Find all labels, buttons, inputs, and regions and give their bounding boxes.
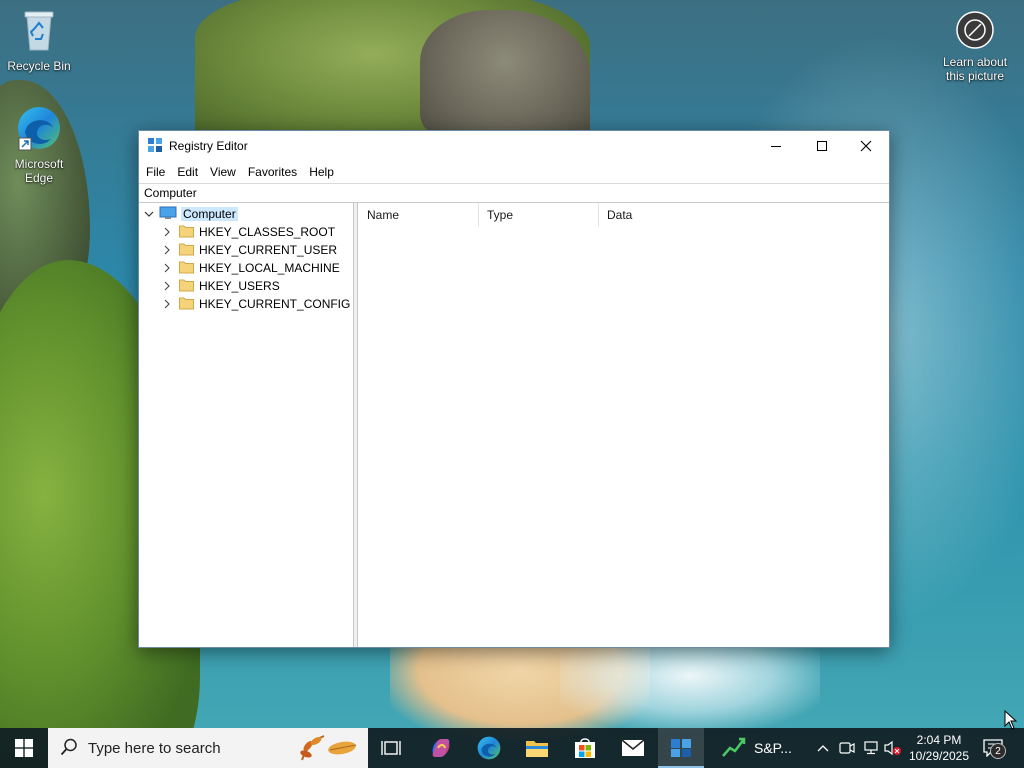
taskbar-edge[interactable] xyxy=(466,728,512,768)
maximize-icon xyxy=(817,141,827,151)
column-header-name[interactable]: Name xyxy=(359,203,479,227)
desktop-icon-edge[interactable]: Microsoft Edge xyxy=(1,104,77,185)
tree-node-label: HKEY_CLASSES_ROOT xyxy=(199,225,336,239)
taskbar-search-box[interactable]: Type here to search xyxy=(48,728,368,768)
tree-node-label: HKEY_CURRENT_USER xyxy=(199,243,338,257)
show-hidden-icons-button[interactable] xyxy=(812,728,834,768)
folder-icon xyxy=(179,260,194,277)
tree-node-hive[interactable]: HKEY_CURRENT_CONFIG xyxy=(161,295,350,313)
chevron-right-icon[interactable] xyxy=(161,227,173,237)
column-header-type[interactable]: Type xyxy=(479,203,599,227)
column-header-data[interactable]: Data xyxy=(599,203,719,227)
edge-icon xyxy=(477,736,501,760)
taskbar-stock-widget[interactable]: S&P... xyxy=(708,728,804,768)
mail-icon xyxy=(621,739,645,756)
registry-icon xyxy=(147,137,163,156)
chevron-right-icon[interactable] xyxy=(161,299,173,309)
clock-time: 2:04 PM xyxy=(916,733,962,747)
notification-count-badge: 2 xyxy=(990,743,1006,759)
taskbar-copilot[interactable] xyxy=(418,728,464,768)
menu-favorites[interactable]: Favorites xyxy=(243,165,302,179)
menu-edit[interactable]: Edit xyxy=(172,165,203,179)
folder-icon xyxy=(179,296,194,313)
search-highlight-leaves-icon xyxy=(294,732,364,767)
tree-node-hive[interactable]: HKEY_LOCAL_MACHINE xyxy=(161,259,340,277)
windows-logo-icon xyxy=(15,739,33,757)
tree-node-label: HKEY_CURRENT_CONFIG xyxy=(199,297,351,311)
file-explorer-icon xyxy=(526,741,548,757)
window-title: Registry Editor xyxy=(169,139,248,153)
desktop-icon-label: Recycle Bin xyxy=(7,59,71,73)
tree-node-hive[interactable]: HKEY_USERS xyxy=(161,277,280,295)
value-list[interactable]: Name Type Data xyxy=(359,203,889,647)
tray-meet-now[interactable] xyxy=(836,728,858,768)
address-bar[interactable]: Computer xyxy=(139,183,889,203)
menu-view[interactable]: View xyxy=(205,165,241,179)
chevron-up-icon xyxy=(817,745,829,752)
tree-node-label: HKEY_LOCAL_MACHINE xyxy=(199,261,340,275)
close-button[interactable] xyxy=(843,131,889,161)
registry-editor-window: Registry Editor File Edit View Favorites… xyxy=(138,130,890,648)
wallpaper-surf xyxy=(560,640,820,730)
folder-icon xyxy=(179,242,194,259)
camera-info-icon xyxy=(937,10,1013,53)
meet-now-icon xyxy=(839,742,855,754)
taskbar-file-explorer[interactable] xyxy=(514,728,560,768)
close-icon xyxy=(860,140,872,152)
chevron-right-icon[interactable] xyxy=(161,281,173,291)
key-tree[interactable]: Computer HKEY_CLASSES_ROOT HKEY_CURRENT_… xyxy=(139,203,354,647)
recycle-bin-icon xyxy=(1,6,77,57)
menu-file[interactable]: File xyxy=(141,165,170,179)
folder-icon xyxy=(179,278,194,295)
title-bar[interactable]: Registry Editor xyxy=(139,131,889,161)
chevron-right-icon[interactable] xyxy=(161,245,173,255)
taskbar-microsoft-store[interactable] xyxy=(562,728,608,768)
tree-node-label: Computer xyxy=(181,207,238,221)
copilot-icon xyxy=(432,739,450,757)
stock-chart-icon xyxy=(722,736,746,761)
stock-label: S&P... xyxy=(754,740,792,756)
tray-network[interactable] xyxy=(860,728,882,768)
pane-splitter[interactable] xyxy=(354,203,358,647)
tree-node-hive[interactable]: HKEY_CLASSES_ROOT xyxy=(161,223,335,241)
maximize-button[interactable] xyxy=(799,131,845,161)
wallpaper-rock-face xyxy=(420,10,590,140)
tree-node-computer[interactable]: Computer xyxy=(143,205,238,223)
chevron-down-icon[interactable] xyxy=(143,209,155,219)
registry-icon xyxy=(671,739,691,757)
desktop-icon-learn-about-picture[interactable]: Learn about this picture xyxy=(937,10,1013,83)
search-icon xyxy=(60,738,78,759)
mouse-cursor-icon xyxy=(1004,709,1018,733)
taskbar: Type here to search S&P... 2:04 PM 10/29… xyxy=(0,728,1024,768)
volume-muted-icon xyxy=(884,740,901,756)
edge-icon xyxy=(1,104,77,155)
tree-node-hive[interactable]: HKEY_CURRENT_USER xyxy=(161,241,337,259)
desktop-icon-label: Learn about this picture xyxy=(942,55,1008,83)
start-button[interactable] xyxy=(0,728,48,768)
clock-date: 10/29/2025 xyxy=(908,749,970,763)
folder-icon xyxy=(179,224,194,241)
minimize-button[interactable] xyxy=(753,131,799,161)
taskbar-registry-editor[interactable] xyxy=(658,728,704,768)
taskbar-mail[interactable] xyxy=(610,728,656,768)
task-view-icon xyxy=(381,741,401,755)
desktop-icon-label: Microsoft Edge xyxy=(14,157,64,185)
menu-bar: File Edit View Favorites Help xyxy=(139,161,889,183)
search-placeholder: Type here to search xyxy=(88,739,221,757)
address-path: Computer xyxy=(144,186,197,200)
minimize-icon xyxy=(771,146,781,147)
desktop-icon-recycle-bin[interactable]: Recycle Bin xyxy=(1,6,77,73)
computer-icon xyxy=(159,206,177,223)
task-view-button[interactable] xyxy=(368,728,414,768)
microsoft-store-icon xyxy=(575,738,595,758)
network-icon xyxy=(864,741,878,755)
menu-help[interactable]: Help xyxy=(304,165,339,179)
tray-volume[interactable] xyxy=(882,728,904,768)
tree-node-label: HKEY_USERS xyxy=(199,279,280,293)
chevron-right-icon[interactable] xyxy=(161,263,173,273)
taskbar-clock[interactable]: 2:04 PM 10/29/2025 xyxy=(904,728,974,768)
